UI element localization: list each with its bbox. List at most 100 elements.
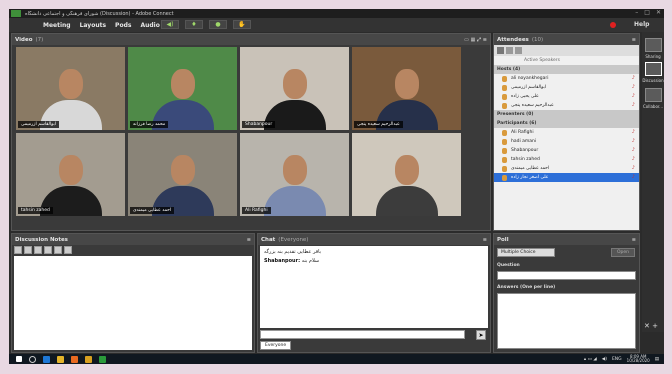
attendee-name: احمد عطایی میمندی	[511, 166, 550, 171]
chat-tab-everyone[interactable]: Everyone	[260, 341, 292, 350]
video-tile[interactable]: tahsin zahed	[16, 133, 125, 216]
participant-list-item[interactable]: hadi amani ♪	[494, 137, 639, 146]
participants-group-label[interactable]: Participants (6)	[494, 119, 639, 128]
windows-start-icon[interactable]	[16, 356, 22, 362]
poll-type-select[interactable]: Multiple Choice	[497, 248, 555, 257]
host-list-item[interactable]: ابوالقاسم ازرمیمی ♪	[494, 83, 639, 92]
maximize-icon[interactable]: □	[644, 9, 650, 16]
close-icon[interactable]: ✕	[656, 9, 661, 16]
search-icon[interactable]	[29, 355, 36, 363]
list-view-icon[interactable]	[497, 47, 504, 54]
hosts-group-label[interactable]: Hosts (4)	[494, 65, 639, 74]
recording-icon[interactable]	[610, 22, 616, 28]
chat-input[interactable]	[260, 330, 465, 339]
microphone-status-icon: ♪	[631, 147, 635, 153]
list-icon[interactable]	[64, 246, 72, 254]
taskbar: ▴ ▭ ◢ ◀) ENG 8:09 AM 10/28/2020 ▤	[9, 354, 664, 364]
layout-discussion-thumb[interactable]	[645, 62, 662, 76]
video-tile[interactable]: عبدالرحیم سعیده پنجی	[352, 47, 461, 130]
notes-editor[interactable]	[14, 256, 252, 350]
raise-hand-icon[interactable]: ✋	[233, 20, 251, 29]
host-list-item[interactable]: ali noyankhegari ♪	[494, 74, 639, 83]
microphone-icon[interactable]: ♦	[185, 20, 203, 29]
layout-collaboration-thumb[interactable]	[645, 88, 662, 102]
speaker-icon[interactable]: ◀)	[161, 20, 179, 29]
webcam-icon[interactable]: ●	[209, 20, 227, 29]
chat-text: سلام بنه	[301, 258, 320, 264]
system-tray: ▴ ▭ ◢ ◀) ENG 8:09 AM 10/28/2020 ▤	[584, 354, 659, 364]
collapse-icon[interactable]: ✕ +	[644, 322, 658, 330]
language-indicator[interactable]: ENG	[612, 357, 622, 362]
send-icon[interactable]: ➤	[476, 330, 486, 340]
pod-menu-icon[interactable]: ▭ ▦ ⤢ ≡	[464, 37, 487, 43]
attendee-name: علی یحیی زاده	[511, 94, 539, 99]
menu-layouts[interactable]: Layouts	[80, 22, 106, 29]
video-tile-label: ابوالقاسم ازرمیمی	[18, 121, 60, 128]
video-pod-title: Video	[15, 36, 33, 43]
pod-menu-icon[interactable]: ≡	[483, 237, 487, 243]
settings-icon[interactable]	[515, 47, 522, 54]
network-icon[interactable]: ▴ ▭ ◢	[584, 357, 597, 362]
grid-view-icon[interactable]	[506, 47, 513, 54]
chat-pod-title: Chat	[261, 236, 276, 243]
host-list-item[interactable]: عبدالرحیم سعیده پنجی ♪	[494, 101, 639, 110]
italic-icon[interactable]	[34, 246, 42, 254]
video-tile[interactable]: محمد رضا فرزانه	[128, 47, 237, 130]
video-tile-label: محمد رضا فرزانه	[130, 121, 169, 128]
poll-open-button[interactable]: Open	[611, 248, 635, 257]
pod-menu-icon[interactable]: ≡	[632, 237, 636, 243]
microphone-status-icon: ♪	[631, 165, 635, 171]
menu-meeting[interactable]: Meeting	[43, 22, 71, 29]
menu-pods[interactable]: Pods	[115, 22, 131, 29]
participant-list-item[interactable]: Ali Rafighi ♪	[494, 128, 639, 137]
video-count: (7)	[35, 36, 44, 43]
chat-sender: Shabanpour:	[264, 258, 301, 264]
host-list-item[interactable]: علی یحیی زاده ♪	[494, 92, 639, 101]
bold-icon[interactable]	[24, 246, 32, 254]
pod-menu-icon[interactable]: ≡	[247, 237, 251, 243]
adobe-connect-icon[interactable]	[99, 355, 106, 363]
underline-icon[interactable]	[44, 246, 52, 254]
participant-list-item[interactable]: Shabanpour ♪	[494, 146, 639, 155]
participant-face	[58, 69, 83, 99]
user-icon	[502, 75, 507, 82]
volume-icon[interactable]: ◀)	[602, 357, 607, 362]
video-tile[interactable]: ابوالقاسم ازرمیمی	[16, 47, 125, 130]
attendees-pod-title: Attendees	[497, 36, 529, 43]
participant-face	[170, 155, 195, 185]
question-input[interactable]	[497, 271, 636, 280]
participant-list-item[interactable]: علی اصغر نجار زاده ♪	[494, 173, 639, 182]
video-tile-label: tahsin zahed	[18, 207, 53, 214]
participant-body	[263, 186, 326, 216]
participant-list-item[interactable]: احمد عطایی میمندی ♪	[494, 164, 639, 173]
attendee-name: Shabanpour	[511, 148, 539, 153]
user-icon	[502, 165, 507, 172]
firefox-icon[interactable]	[71, 355, 78, 363]
help-menu[interactable]: Help	[634, 21, 649, 28]
presenters-group-label[interactable]: Presenters (0)	[494, 110, 639, 119]
clock[interactable]: 8:09 AM 10/28/2020	[627, 354, 650, 364]
participant-list-item[interactable]: tahsin zahed ♪	[494, 155, 639, 164]
notifications-icon[interactable]: ▤	[655, 357, 659, 362]
answers-input[interactable]	[497, 293, 636, 349]
layout-sharing-thumb[interactable]	[645, 38, 662, 52]
video-tile[interactable]: Shabanpour	[240, 47, 349, 130]
video-grid: ابوالقاسم ازرمیمی محمد رضا فرزانه Shabanpo…	[16, 47, 461, 216]
participant-body	[375, 186, 438, 216]
video-tile[interactable]: احمد عطایی میمندی	[128, 133, 237, 216]
font-size-icon[interactable]	[14, 246, 22, 254]
color-icon[interactable]	[54, 246, 62, 254]
pod-menu-icon[interactable]: ≡	[632, 37, 636, 43]
microphone-status-icon: ♪	[631, 102, 635, 108]
video-pod: Video (7) ▭ ▦ ⤢ ≡ ابوالقاسم ازرمیمی محمد …	[11, 33, 491, 231]
chat-text: باقر عطایی تقدیم بنه بزرگه	[264, 249, 322, 255]
video-tile[interactable]: Ali Rafighi	[240, 133, 349, 216]
video-tile[interactable]	[352, 133, 461, 216]
user-icon	[502, 93, 507, 100]
poll-pod-title: Poll	[497, 236, 509, 243]
edge-icon[interactable]	[43, 355, 50, 363]
menu-audio[interactable]: Audio	[140, 22, 159, 29]
minimize-icon[interactable]: –	[635, 9, 638, 16]
chrome-icon[interactable]	[57, 355, 64, 363]
folder-icon[interactable]	[85, 355, 92, 363]
